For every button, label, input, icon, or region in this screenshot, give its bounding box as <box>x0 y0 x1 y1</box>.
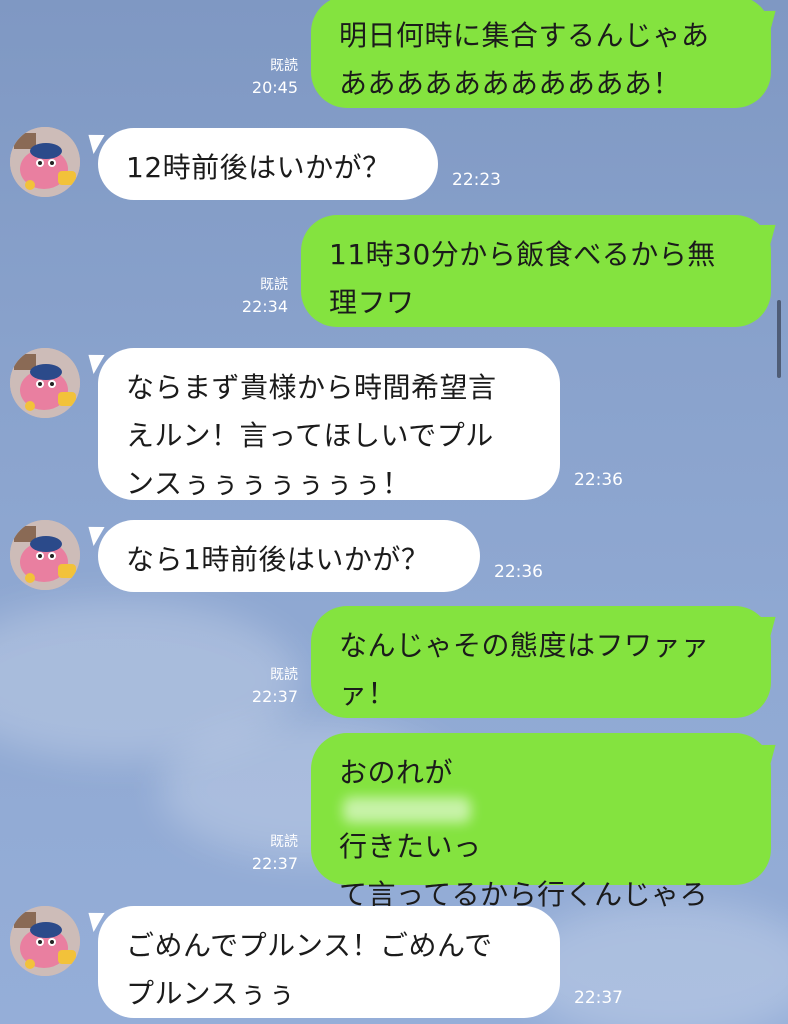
contact-avatar[interactable] <box>10 348 80 418</box>
received-message-bubble[interactable]: ならまず貴様から時間希望言 えルン！言ってほしいでプル ンスぅぅぅぅぅぅぅ！ <box>98 348 560 500</box>
timestamp: 22:36 <box>574 470 623 490</box>
timestamp: 20:45 <box>251 78 298 97</box>
message-line: なんじゃその態度はフワァァ <box>339 629 710 662</box>
pink-character-avatar-icon <box>10 520 80 590</box>
read-receipt: 既読 <box>260 277 288 293</box>
message-line: おのれが 行きたいっ <box>339 749 745 871</box>
pink-character-avatar-icon <box>10 906 80 976</box>
timestamp: 22:37 <box>251 687 298 706</box>
read-receipt: 既読 <box>270 58 298 74</box>
message-meta: 既読 20:45 <box>232 56 298 98</box>
message-meta: 既読 22:37 <box>232 665 298 707</box>
message-meta: 既読 22:37 <box>232 832 298 874</box>
message-line: プルンスぅぅ <box>126 977 296 1010</box>
contact-avatar[interactable] <box>10 906 80 976</box>
message-line: 明日何時に集合するんじゃあ <box>339 19 710 52</box>
message-line: ごめんでプルンス！ごめんで <box>126 929 493 962</box>
scrollbar[interactable] <box>777 300 781 378</box>
message-line: ならまず貴様から時間希望言 <box>126 371 497 404</box>
redacted-text <box>343 797 471 823</box>
received-message-bubble[interactable]: なら1時前後はいかが？ <box>98 520 480 592</box>
contact-avatar[interactable] <box>10 520 80 590</box>
message-line: 12時前後はいかが？ <box>126 151 391 184</box>
timestamp: 22:23 <box>452 170 501 190</box>
message-text: 行きたいっ <box>339 830 482 863</box>
message-line: あああああああああああ！ <box>339 67 682 100</box>
pink-character-avatar-icon <box>10 127 80 197</box>
timestamp: 22:37 <box>251 854 298 873</box>
message-line: ァ！ <box>339 677 397 710</box>
message-line: 11時30分から飯食べるから無 <box>329 238 716 271</box>
timestamp: 22:36 <box>494 562 543 582</box>
contact-avatar[interactable] <box>10 127 80 197</box>
timestamp: 22:37 <box>574 988 623 1008</box>
sent-message-bubble[interactable]: なんじゃその態度はフワァァ ァ！ <box>311 606 771 718</box>
sent-message-bubble[interactable]: おのれが行きたいっ て言ってるから行くんじゃろ うが！！！ <box>311 733 771 959</box>
read-receipt: 既読 <box>270 834 298 850</box>
message-text: おのれが <box>339 756 454 789</box>
timestamp: 22:34 <box>241 297 288 316</box>
message-line: なら1時前後はいかが？ <box>126 543 430 576</box>
message-line: 理フワ <box>329 286 415 319</box>
read-receipt: 既読 <box>270 667 298 683</box>
received-message-bubble[interactable]: ごめんでプルンス！ごめんで プルンスぅぅ <box>98 906 560 1018</box>
sent-message-bubble[interactable]: 明日何時に集合するんじゃあ あああああああああああ！ <box>311 0 771 108</box>
message-line: ンスぅぅぅぅぅぅぅ！ <box>126 467 411 500</box>
received-message-bubble[interactable]: 12時前後はいかが？ <box>98 128 438 200</box>
pink-character-avatar-icon <box>10 348 80 418</box>
chat-area[interactable]: 明日何時に集合するんじゃあ あああああああああああ！ 既読 20:45 12時前… <box>0 0 788 1024</box>
message-line: えルン！言ってほしいでプル <box>126 419 494 452</box>
message-meta: 既読 22:34 <box>222 275 288 317</box>
sent-message-bubble[interactable]: 11時30分から飯食べるから無 理フワ <box>301 215 771 327</box>
